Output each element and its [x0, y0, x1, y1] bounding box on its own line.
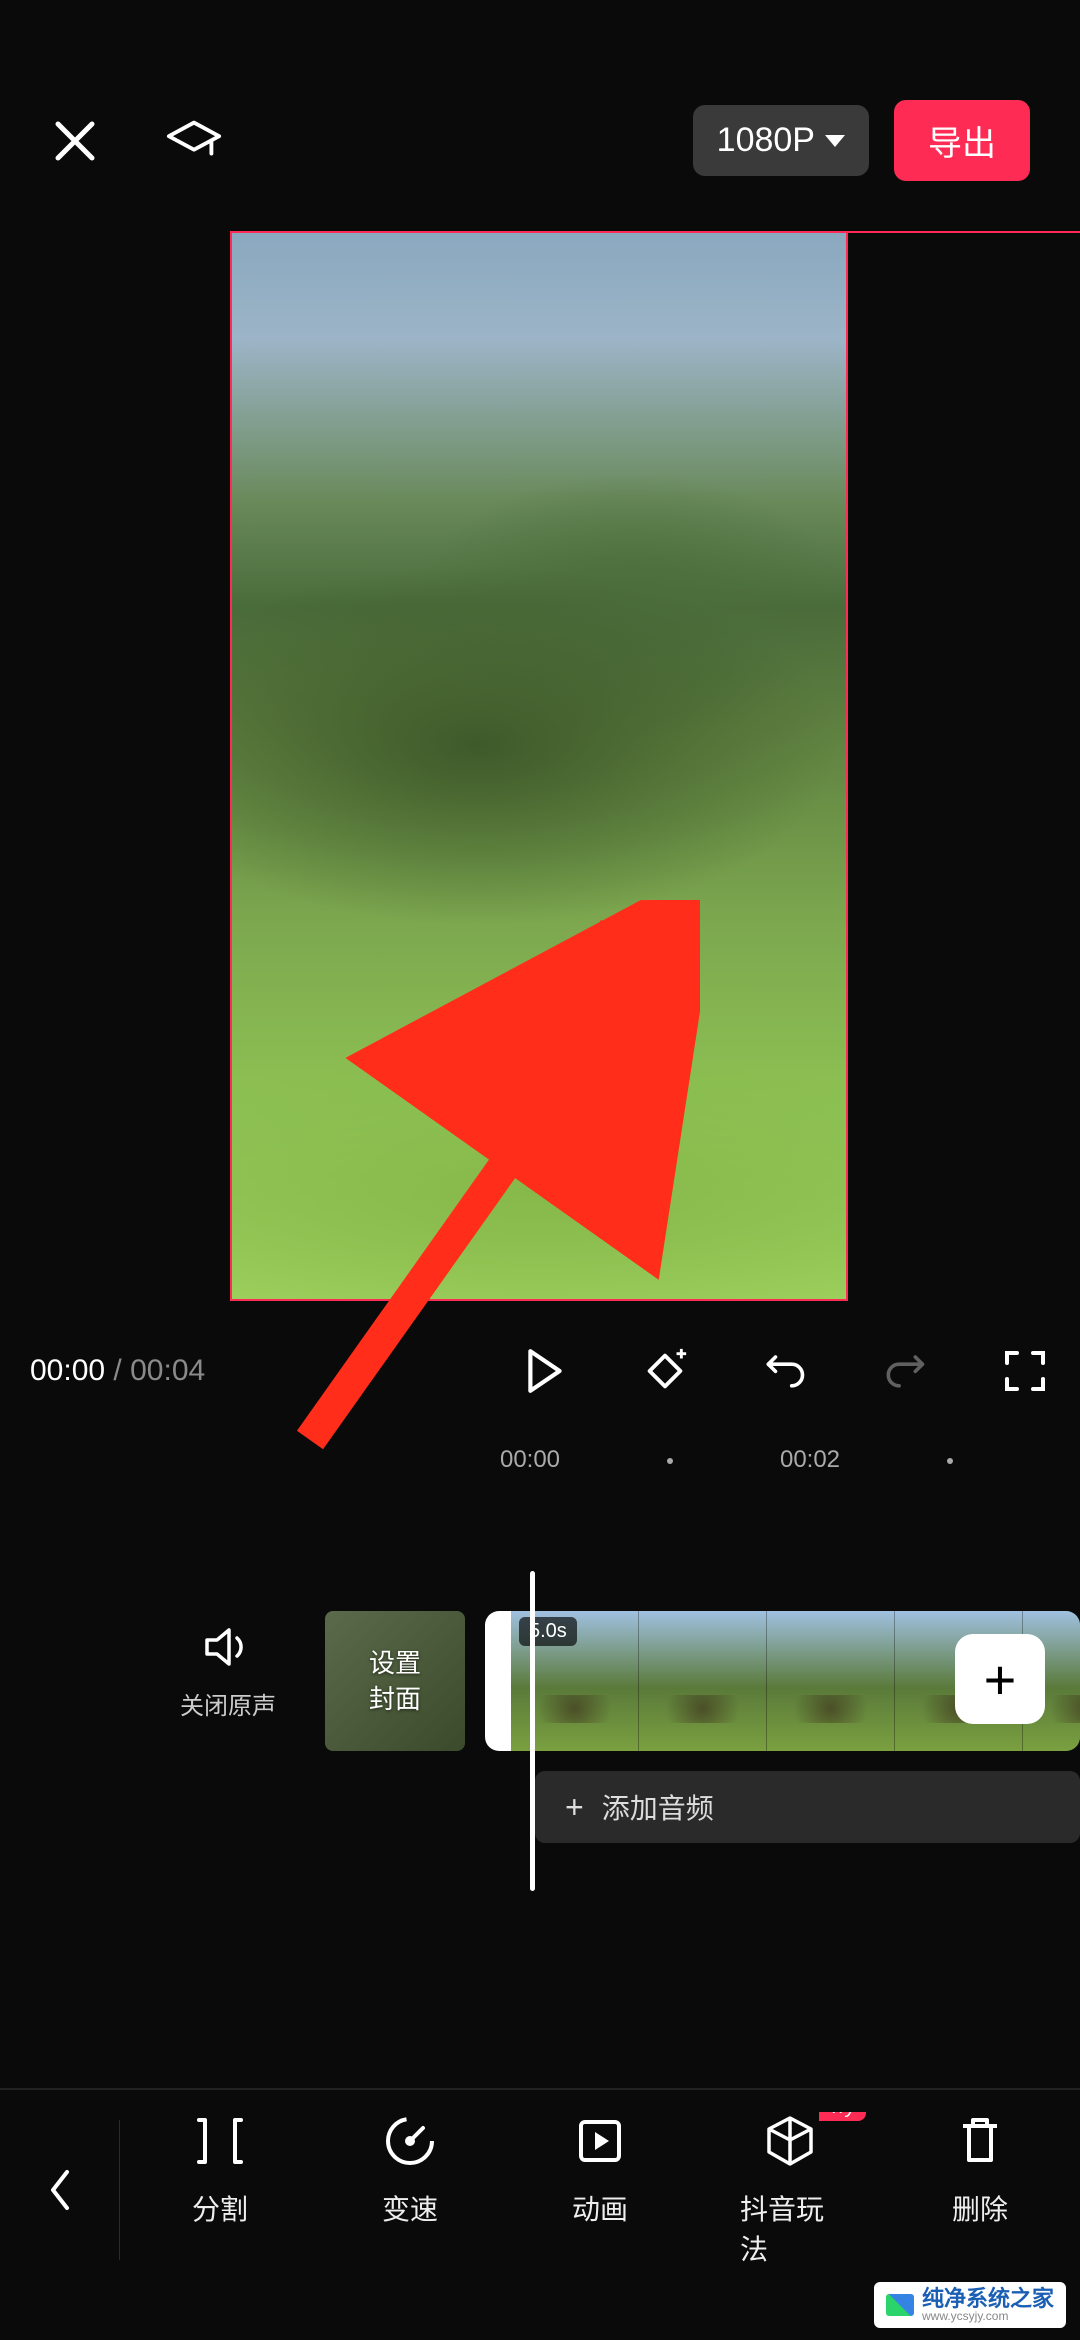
animation-icon [571, 2112, 629, 2170]
toolbar-back-button[interactable] [0, 2120, 120, 2260]
cube-icon [761, 2112, 819, 2170]
chevron-down-icon [825, 135, 845, 147]
preview-content [232, 233, 846, 1299]
toolbar-speed[interactable]: 变速 [360, 2112, 460, 2268]
clip-handle[interactable] [494, 1651, 500, 1711]
redo-button[interactable] [880, 1346, 930, 1396]
playhead[interactable] [530, 1571, 535, 1891]
speaker-icon [203, 1626, 253, 1668]
set-cover-button[interactable]: 设置 封面 [325, 1611, 465, 1751]
toolbar-label: 变速 [382, 2188, 438, 2228]
toolbar-label: 动画 [572, 2188, 628, 2228]
keyframe-add-button[interactable] [640, 1346, 690, 1396]
bottom-toolbar: 分割 变速 动画 Try 抖音玩法 [0, 2100, 1080, 2280]
toolbar-delete[interactable]: 删除 [930, 2112, 1030, 2268]
close-icon[interactable] [50, 116, 100, 166]
ruler-tick: 00:02 [780, 1446, 840, 1474]
add-audio-label: 添加音频 [602, 1787, 714, 1827]
try-badge: Try [819, 2112, 866, 2121]
plus-icon: + [565, 1789, 584, 1826]
toolbar-douyin-play[interactable]: Try 抖音玩法 [740, 2112, 840, 2268]
resolution-label: 1080P [717, 121, 815, 160]
ruler-tick: 00:00 [500, 1446, 560, 1474]
speed-icon [381, 2112, 439, 2170]
header-right-group: 1080P 导出 [693, 100, 1030, 181]
current-time: 00:00 [30, 1354, 105, 1387]
toolbar-split[interactable]: 分割 [170, 2112, 270, 2268]
selection-ruler-line [848, 231, 1080, 233]
clip-duration-badge: 5.0s [519, 1617, 577, 1646]
toolbar-label: 抖音玩法 [740, 2188, 840, 2268]
mute-original-sound[interactable]: 关闭原声 [180, 1626, 276, 1721]
toolbar-label: 分割 [192, 2188, 248, 2228]
play-button[interactable] [520, 1346, 570, 1396]
ruler-dot [947, 1458, 953, 1464]
total-time: 00:04 [130, 1354, 205, 1387]
watermark: 纯净系统之家 www.ycsyjy.com [874, 2282, 1066, 2328]
watermark-text: 纯净系统之家 [922, 2288, 1054, 2310]
time-ruler[interactable]: 00:00 00:02 [0, 1446, 1080, 1496]
header-left-group [50, 116, 223, 166]
export-button[interactable]: 导出 [894, 100, 1030, 181]
control-icons [520, 1346, 1050, 1396]
video-preview[interactable] [230, 231, 848, 1301]
ruler-dot [667, 1458, 673, 1464]
undo-button[interactable] [760, 1346, 810, 1396]
chevron-left-icon [47, 2168, 73, 2212]
resolution-button[interactable]: 1080P [693, 105, 869, 176]
header-bar: 1080P 导出 [0, 0, 1080, 211]
timeline[interactable]: 关闭原声 设置 封面 5.0s + + 添加音频 [0, 1516, 1080, 1916]
plus-icon: + [984, 1647, 1017, 1712]
time-display: 00:00 / 00:04 [30, 1354, 205, 1388]
preview-area [0, 231, 1080, 1316]
toolbar-items: 分割 变速 动画 Try 抖音玩法 [170, 2112, 1080, 2268]
split-icon [191, 2112, 249, 2170]
watermark-icon [886, 2294, 914, 2316]
toolbar-label: 删除 [952, 2188, 1008, 2228]
fullscreen-button[interactable] [1000, 1346, 1050, 1396]
toolbar-animation[interactable]: 动画 [550, 2112, 650, 2268]
add-audio-button[interactable]: + 添加音频 [535, 1771, 1080, 1843]
mute-label: 关闭原声 [180, 1686, 276, 1721]
watermark-url: www.ycsyjy.com [922, 2310, 1054, 2322]
graduation-cap-icon[interactable] [165, 118, 223, 163]
add-clip-button[interactable]: + [955, 1634, 1045, 1724]
toolbar-divider [0, 2088, 1080, 2090]
cover-label: 设置 封面 [369, 1645, 421, 1718]
trash-icon [951, 2112, 1009, 2170]
export-label: 导出 [928, 125, 996, 163]
playback-controls: 00:00 / 00:04 [0, 1316, 1080, 1426]
